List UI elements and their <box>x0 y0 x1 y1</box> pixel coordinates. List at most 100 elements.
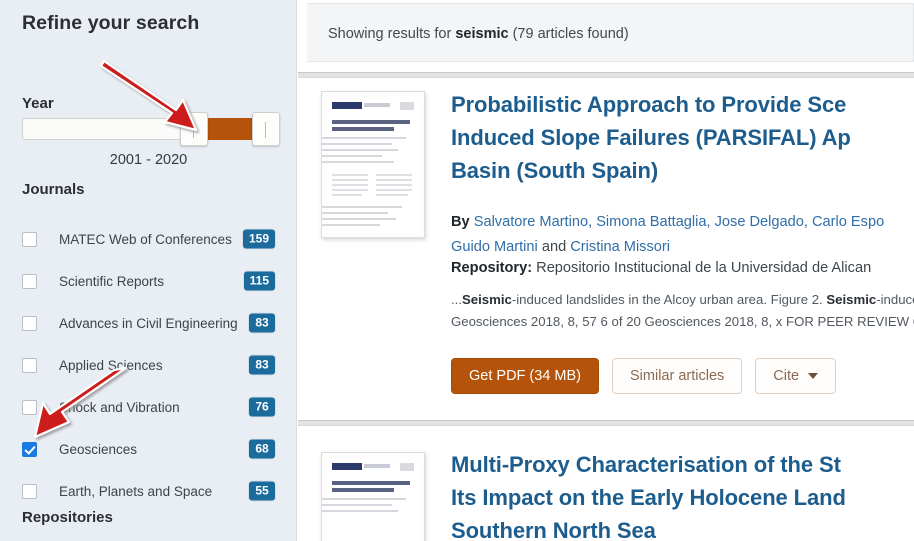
year-slider-handle-min[interactable] <box>180 112 208 146</box>
author-link[interactable]: Cristina Missori <box>570 239 670 255</box>
author-link[interactable]: Guido Martini <box>451 239 538 255</box>
article-title-link[interactable]: Probabilistic Approach to Provide Sce Ind… <box>451 88 914 187</box>
results-divider-middle <box>298 420 914 426</box>
journal-facet-count-badge: 159 <box>242 229 275 249</box>
journal-facet-count-badge: 115 <box>243 271 275 291</box>
year-slider-track[interactable] <box>22 112 280 146</box>
snippet-ellipsis: ... <box>451 292 462 307</box>
thumbnail-col-line <box>332 174 368 176</box>
journal-facet-count-badge: 83 <box>249 355 275 375</box>
results-summary-bar: Showing results for seismic (79 articles… <box>307 3 914 62</box>
journals-facet-heading: Journals <box>22 181 85 198</box>
year-slider-handle-max[interactable] <box>252 112 280 146</box>
thumbnail-text-line <box>322 218 396 220</box>
thumbnail-title-line <box>332 481 410 485</box>
thumbnail-text-line <box>322 149 398 151</box>
article-title-line: Multi-Proxy Characterisation of the St <box>451 452 841 477</box>
thumbnail-col-line <box>332 179 368 181</box>
journal-facet-row[interactable]: Shock and Vibration 76 <box>22 386 275 428</box>
journal-facet-count-badge: 83 <box>249 313 275 333</box>
thumbnail-col-line <box>376 184 412 186</box>
journal-checkbox[interactable] <box>22 483 37 499</box>
article-repository: Repository: Repositorio Institucional de… <box>451 260 914 276</box>
snippet-text: -induced <box>876 292 914 307</box>
article-title-line: Basin (South Spain) <box>451 158 659 183</box>
cite-button[interactable]: Cite <box>755 358 837 394</box>
journal-facet-label: Earth, Planets and Space <box>59 483 213 499</box>
article-title-line: Induced Slope Failures (PARSIFAL) Ap <box>451 125 851 150</box>
journal-checkbox[interactable] <box>22 231 37 247</box>
article-action-buttons: Get PDF (34 MB) Similar articles Cite <box>451 358 837 394</box>
journal-facet-row[interactable]: Earth, Planets and Space 55 <box>22 470 275 512</box>
page-root: Refine your search Year 2001 - 2020 Jour… <box>0 0 914 541</box>
journal-checkbox[interactable] <box>22 315 37 331</box>
results-summary-prefix: Showing results for <box>328 26 456 42</box>
repository-value: Repositorio Institucional de la Universi… <box>532 260 872 276</box>
journal-checkbox[interactable] <box>22 399 37 415</box>
get-pdf-button[interactable]: Get PDF (34 MB) <box>451 358 599 394</box>
thumbnail-text-line <box>322 143 392 145</box>
thumbnail-badge-icon <box>400 102 414 110</box>
thumbnail-badge-icon <box>400 463 414 471</box>
thumbnail-title-line <box>332 127 394 131</box>
thumbnail-text-line <box>322 137 406 139</box>
thumbnail-brand-line <box>364 464 390 468</box>
thumbnail-text-line <box>322 504 392 506</box>
article-authors: By Salvatore Martino, Simona Battaglia, … <box>451 210 914 260</box>
journal-facet-label: Shock and Vibration <box>59 399 180 415</box>
results-summary-suffix: (79 articles found) <box>508 26 629 42</box>
author-link[interactable]: Salvatore Martino, Simona Battaglia, Jos… <box>474 214 884 230</box>
thumbnail-text-line <box>322 161 394 163</box>
article-title-line: Southern North Sea <box>451 518 656 541</box>
snippet-highlight: Seismic <box>826 292 877 307</box>
journal-facet-row[interactable]: Geosciences 68 <box>22 428 275 470</box>
journal-facet-label: MATEC Web of Conferences <box>59 231 232 247</box>
journal-facet-label: Applied Sciences <box>59 357 163 373</box>
chevron-down-icon <box>808 373 819 379</box>
year-facet-label: Year <box>22 95 54 112</box>
thumbnail-title-line <box>332 488 394 492</box>
similar-articles-button[interactable]: Similar articles <box>612 358 743 394</box>
repository-label: Repository: <box>451 260 533 276</box>
article-thumbnail[interactable] <box>321 91 425 238</box>
article-title-line: Probabilistic Approach to Provide Sce <box>451 92 847 117</box>
cite-label: Cite <box>773 368 800 384</box>
article-thumbnail[interactable] <box>321 452 425 541</box>
article-snippet: ...Seismic-induced landslides in the Alc… <box>451 289 914 333</box>
journal-facet-row[interactable]: Applied Sciences 83 <box>22 344 275 386</box>
journal-facet-row[interactable]: MATEC Web of Conferences 159 <box>22 218 275 260</box>
thumbnail-journal-logo-icon <box>332 463 362 470</box>
thumbnail-title-line <box>332 120 410 124</box>
thumbnail-col-line <box>376 194 408 196</box>
article-title-link[interactable]: Multi-Proxy Characterisation of the St It… <box>451 448 914 541</box>
snippet-text: -induced landslides in the Alcoy urban a… <box>511 292 827 307</box>
thumbnail-col-line <box>376 179 412 181</box>
thumbnail-text-line <box>322 206 402 208</box>
by-label: By <box>451 214 474 230</box>
results-summary-query: seismic <box>455 26 509 42</box>
thumbnail-brand-line <box>364 103 390 107</box>
journal-facet-row[interactable]: Scientific Reports 115 <box>22 260 275 302</box>
journal-facet-label: Geosciences <box>59 441 138 457</box>
year-range-value: 2001 - 2020 <box>109 152 188 168</box>
journal-facet-label: Advances in Civil Engineering <box>59 315 238 331</box>
journal-checkbox[interactable] <box>22 273 37 289</box>
journal-facet-label: Scientific Reports <box>59 273 165 289</box>
journal-checkbox[interactable] <box>22 441 37 457</box>
search-results-panel: Showing results for seismic (79 articles… <box>298 0 914 541</box>
journal-checkbox[interactable] <box>22 357 37 373</box>
journal-facet-row[interactable]: Advances in Civil Engineering 83 <box>22 302 275 344</box>
thumbnail-text-line <box>322 498 406 500</box>
results-summary-text: Showing results for seismic (79 articles… <box>328 26 629 42</box>
result-card: Multi-Proxy Characterisation of the St It… <box>307 432 914 541</box>
journal-facet-count-badge: 76 <box>249 397 275 417</box>
year-range-slider[interactable]: 2001 - 2020 <box>22 112 280 168</box>
thumbnail-journal-logo-icon <box>332 102 362 109</box>
journals-facet-list: MATEC Web of Conferences 159 Scientific Re… <box>22 218 275 512</box>
refine-search-sidebar: Refine your search Year 2001 - 2020 Jour… <box>0 0 297 541</box>
thumbnail-col-line <box>376 174 412 176</box>
journal-facet-count-badge: 68 <box>249 439 275 459</box>
snippet-highlight: Seismic <box>462 292 512 307</box>
journal-facet-count-badge: 55 <box>249 481 275 501</box>
thumbnail-col-line <box>332 194 362 196</box>
